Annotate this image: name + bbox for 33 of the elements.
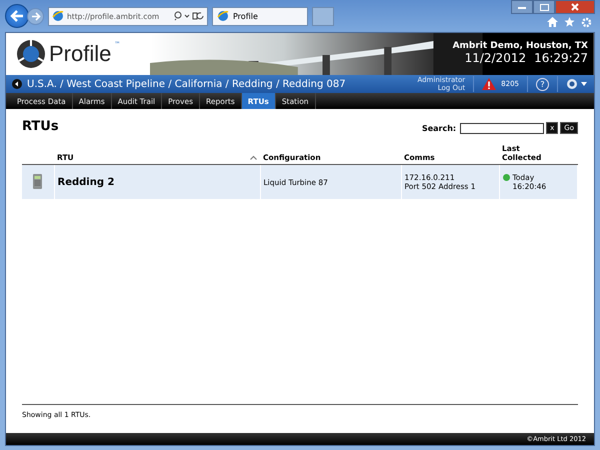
close-button[interactable] — [555, 0, 595, 14]
minimize-icon — [518, 5, 526, 9]
maximize-icon — [540, 4, 548, 10]
page-title: RTUs — [22, 119, 59, 134]
back-icon[interactable] — [12, 79, 22, 89]
rtu-name[interactable]: Redding 2 — [58, 176, 114, 188]
date-text: 11/2/2012 — [464, 51, 526, 65]
logo-icon — [16, 39, 46, 69]
forward-arrow-icon — [30, 12, 40, 20]
maximize-button[interactable] — [533, 0, 555, 14]
home-icon[interactable] — [547, 17, 558, 27]
settings-icon[interactable] — [581, 17, 592, 28]
breadcrumb[interactable]: U.S.A. / West Coast Pipeline / California / Redding / Redding 087 — [27, 78, 346, 90]
star-icon[interactable] — [564, 17, 575, 27]
globe-icon — [217, 10, 229, 22]
back-arrow-icon — [10, 10, 24, 22]
help-button[interactable]: ? — [536, 78, 549, 90]
back-button[interactable] — [5, 4, 29, 28]
site-name: Ambrit Demo, Houston, TX — [452, 41, 588, 51]
forward-button[interactable] — [27, 8, 44, 24]
address-tools-icon — [174, 11, 204, 21]
search-field[interactable] — [460, 122, 544, 134]
browser-tab[interactable]: Profile — [212, 6, 308, 26]
time-text: 16:29:27 — [534, 51, 588, 65]
minimize-button[interactable] — [511, 0, 533, 14]
logo-text: Profile — [49, 41, 112, 67]
warning-icon[interactable] — [482, 78, 496, 90]
search-label: Search: — [422, 124, 456, 132]
settings-icon[interactable] — [566, 78, 588, 90]
globe-icon — [52, 10, 64, 22]
sort-ascending-icon[interactable] — [250, 155, 257, 160]
device-icon — [33, 174, 42, 188]
close-icon — [571, 3, 579, 11]
